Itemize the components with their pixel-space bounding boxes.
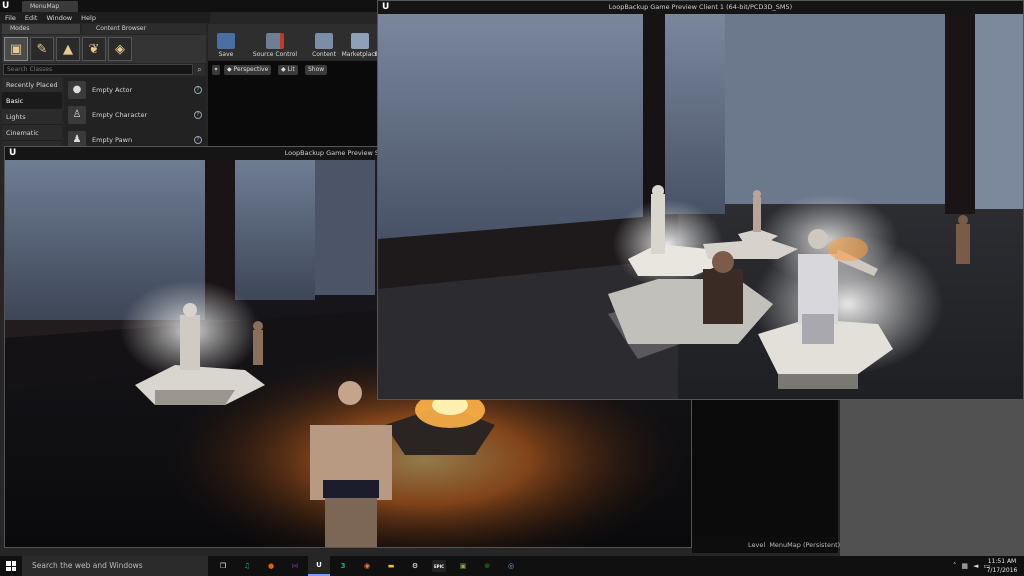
menu-edit[interactable]: Edit: [25, 14, 38, 22]
clock-date: 7/17/2016: [986, 567, 1018, 574]
volume-icon[interactable]: ◄: [973, 562, 978, 570]
landscape-mode-icon[interactable]: ▲: [56, 37, 80, 61]
placement-category-list: Recently Placed Basic Lights Cinematic: [2, 77, 62, 147]
lit-button[interactable]: ◆ Lit: [278, 65, 298, 75]
search-icon[interactable]: ⌕: [194, 64, 205, 75]
paint-mode-icon[interactable]: ✎: [30, 37, 54, 61]
app-monitor-icon[interactable]: ▣: [452, 556, 474, 576]
unreal-logo-icon: U: [382, 2, 390, 12]
class-label: Empty Pawn: [92, 135, 133, 144]
menu-help[interactable]: Help: [81, 14, 96, 22]
category-cinematic[interactable]: Cinematic: [2, 125, 62, 141]
visual-studio-icon[interactable]: ⋈: [284, 556, 306, 576]
show-button[interactable]: Show: [305, 65, 328, 75]
category-recently-placed[interactable]: Recently Placed: [2, 77, 62, 93]
chevron-up-icon[interactable]: ˄: [953, 562, 957, 570]
category-lights[interactable]: Lights: [2, 109, 62, 125]
epic-launcher-icon[interactable]: EPIC: [428, 556, 450, 576]
windows-logo-icon: [6, 561, 16, 571]
network-icon[interactable]: ▦: [961, 562, 968, 570]
level-tab[interactable]: MenuMap: [22, 1, 78, 12]
clock-time: 11:51 AM: [987, 558, 1017, 565]
search-classes-input[interactable]: Search Classes: [3, 64, 193, 75]
geometry-mode-icon[interactable]: ◈: [108, 37, 132, 61]
blender-icon[interactable]: ◉: [356, 556, 378, 576]
content-browser-tab[interactable]: Content Browser: [82, 24, 206, 34]
spotify-icon[interactable]: ♫: [236, 556, 258, 576]
source-control-icon: [266, 33, 284, 49]
help-icon[interactable]: ?: [194, 85, 202, 94]
modes-toolbar: ▣ ✎ ▲ ❦ ◈: [2, 35, 206, 63]
unreal-logo-icon: U: [2, 1, 10, 11]
taskbar-search-input[interactable]: Search the web and Windows: [22, 556, 208, 576]
viewport-options-button[interactable]: ▾: [212, 65, 220, 75]
class-label: Empty Character: [92, 110, 148, 119]
client-game-view[interactable]: [378, 14, 1024, 400]
system-tray: ˄ ▦ ◄ ▭: [930, 556, 990, 576]
place-mode-icon[interactable]: ▣: [4, 37, 28, 61]
editor-viewport-lower[interactable]: [692, 400, 838, 537]
menu-window[interactable]: Window: [46, 14, 72, 22]
marketplace-button[interactable]: Marketplace: [342, 24, 378, 60]
source-control-button[interactable]: Source Control: [244, 24, 306, 60]
list-item[interactable]: ● Empty Actor ?: [64, 77, 206, 102]
marketplace-icon: [351, 33, 369, 49]
content-button[interactable]: Content: [306, 24, 342, 60]
sphere-icon: ●: [68, 80, 86, 99]
class-list: ● Empty Actor ? ♙ Empty Character ? ♟ Em…: [64, 77, 206, 149]
foliage-mode-icon[interactable]: ❦: [82, 37, 106, 61]
main-toolbar: Save Source Control Content Marketplace …: [208, 24, 382, 60]
character-icon: ♙: [68, 105, 86, 124]
app-teal-icon[interactable]: 3: [332, 556, 354, 576]
list-item[interactable]: ♙ Empty Character ?: [64, 102, 206, 127]
settings-icon[interactable]: ⚙: [404, 556, 426, 576]
class-label: Empty Actor: [92, 85, 133, 94]
level-indicator: Level MenuMap (Persistent): [748, 541, 841, 549]
steam-icon[interactable]: ◎: [500, 556, 522, 576]
unreal-logo-icon: U: [9, 148, 17, 158]
taskbar-clock[interactable]: 11:51 AM 7/17/2016: [984, 557, 1020, 575]
help-icon[interactable]: ?: [194, 110, 202, 119]
menu-file[interactable]: File: [5, 14, 16, 22]
help-icon[interactable]: ?: [194, 135, 202, 144]
xbox-icon[interactable]: ⊗: [476, 556, 498, 576]
modes-tab[interactable]: Modes: [2, 24, 80, 34]
save-button[interactable]: Save: [208, 24, 244, 60]
client-preview-window: LoopBackup Game Preview Client 1 (64-bit…: [377, 0, 1024, 400]
firefox-icon[interactable]: ●: [260, 556, 282, 576]
details-panel: [840, 400, 1024, 556]
save-icon: [217, 33, 235, 49]
task-view-icon[interactable]: ❐: [212, 556, 234, 576]
file-explorer-icon[interactable]: ▬: [380, 556, 402, 576]
unreal-editor-icon[interactable]: U: [308, 556, 330, 576]
start-button[interactable]: [0, 556, 22, 576]
content-icon: [315, 33, 333, 49]
editor-menu-bar: File Edit Window Help: [0, 12, 210, 23]
client-window-title: LoopBackup Game Preview Client 1 (64-bit…: [378, 1, 1023, 14]
taskbar-apps: ❐ ♫ ● ⋈ U 3 ◉ ▬ ⚙ EPIC ▣ ⊗ ◎: [212, 556, 522, 576]
perspective-button[interactable]: ◆ Perspective: [224, 65, 272, 75]
category-basic[interactable]: Basic: [2, 93, 62, 109]
